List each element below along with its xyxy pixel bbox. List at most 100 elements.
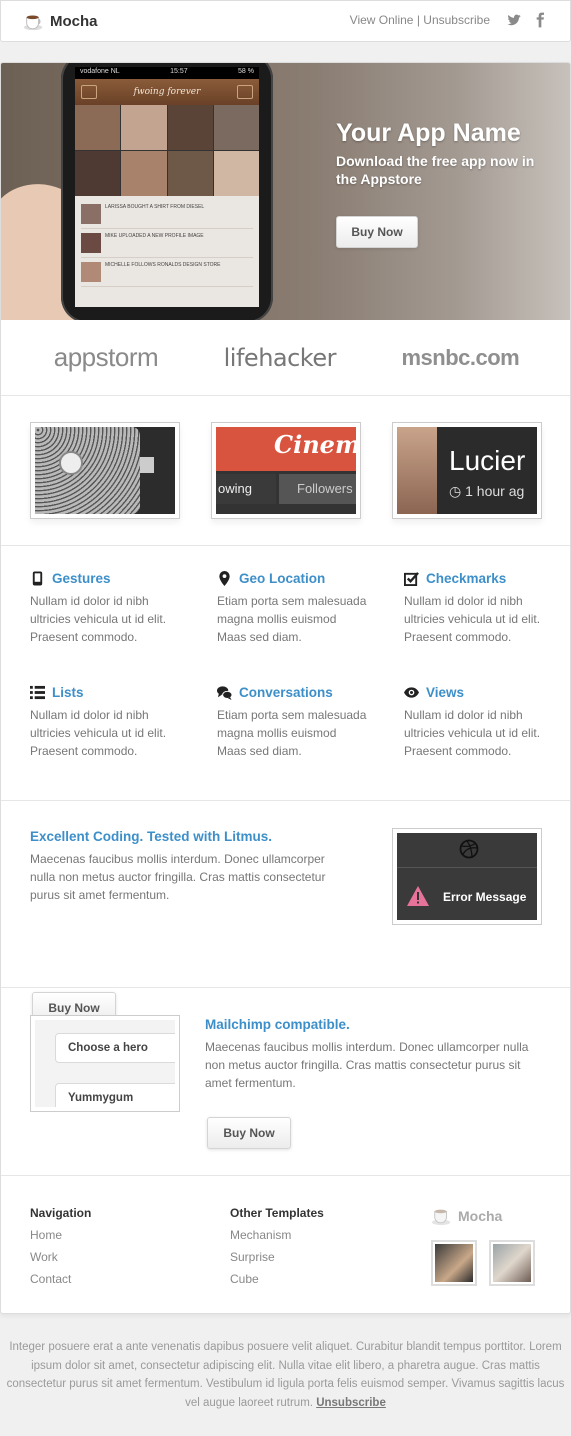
photo-tile	[75, 151, 121, 196]
lifehacker-logo: lifehacker	[223, 343, 337, 372]
choose-hero-preview[interactable]: Choose a hero Yummygum	[30, 1015, 180, 1112]
checkbox-icon	[404, 572, 419, 586]
link-separator: |	[416, 13, 420, 27]
footer-unsubscribe-link[interactable]: Unsubscribe	[316, 1397, 386, 1409]
profile-name: Lucier	[449, 445, 526, 476]
legal-footer: Integer posuere erat a ante venenatis da…	[0, 1338, 571, 1412]
brand-logo[interactable]: Mocha	[23, 10, 98, 32]
twitter-icon[interactable]	[506, 12, 522, 28]
legal-text: Integer posuere erat a ante venenatis da…	[6, 1341, 565, 1409]
battery-text: 58 %	[238, 68, 254, 75]
features-section: Gestures Nullam id dolor id nibh ultrici…	[1, 545, 570, 800]
mailchimp-text: Maecenas faucibus mollis interdum. Donec…	[205, 1040, 529, 1090]
unsubscribe-link[interactable]: Unsubscribe	[423, 13, 490, 27]
top-links: View Online | Unsubscribe	[350, 13, 490, 27]
phone-status-bar: vodafone NL 15:57 58 %	[75, 67, 259, 79]
dribbble-icon	[459, 839, 479, 859]
feed-text: MICHELLE FOLLOWS RONALDS DESIGN STORE	[105, 262, 221, 268]
team-avatar[interactable]	[489, 1240, 535, 1286]
microphone-icon	[59, 451, 83, 475]
photo-tile	[167, 151, 213, 196]
feature-title: Views	[426, 685, 465, 700]
nav-link-contact[interactable]: Contact	[30, 1272, 91, 1286]
screenshot-microphone[interactable]	[30, 422, 180, 519]
feature-text: Nullam id dolor id nibh ultricies vehicu…	[30, 708, 167, 758]
templates-heading: Other Templates	[230, 1206, 324, 1220]
feature-title: Geo Location	[239, 571, 326, 586]
time-ago-text: 1 hour ag	[465, 483, 525, 499]
nav-link-home[interactable]: Home	[30, 1228, 91, 1242]
phone-screen: vodafone NL 15:57 58 % fwoing forever LA…	[75, 67, 259, 307]
feature-text: Nullam id dolor id nibh ultricies vehicu…	[404, 594, 541, 644]
feature-title: Conversations	[239, 685, 333, 700]
template-link-surprise[interactable]: Surprise	[230, 1250, 324, 1264]
chat-bubbles-icon	[217, 686, 232, 700]
feed-item: MIKE UPLOADED A NEW PROFILE IMAGE	[81, 229, 253, 258]
photo-tile	[121, 105, 167, 150]
social-links	[506, 12, 548, 28]
footer-brand[interactable]: Mocha	[431, 1206, 502, 1226]
feature-gestures: Gestures Nullam id dolor id nibh ultrici…	[30, 571, 180, 646]
profile-photo	[397, 427, 437, 514]
msnbc-logo: msnbc.com	[401, 344, 520, 370]
feed-item: LARISSA BOUGHT A SHIRT FROM DIESEL	[81, 200, 253, 229]
map-pin-icon	[219, 571, 230, 586]
avatar	[81, 262, 101, 282]
screenshot-profile[interactable]: Lucier ◷ 1 hour ag	[392, 422, 542, 519]
clock-text: 15:57	[170, 68, 188, 75]
photo-grid	[75, 105, 259, 196]
phone-mockup: vodafone NL 15:57 58 % fwoing forever LA…	[61, 63, 273, 320]
feature-text: Nullam id dolor id nibh ultricies vehicu…	[404, 708, 541, 758]
feed-text: LARISSA BOUGHT A SHIRT FROM DIESEL	[105, 204, 205, 210]
photo-tile	[213, 105, 259, 150]
compose-icon	[81, 85, 97, 99]
feature-views: Views Nullam id dolor id nibh ultricies …	[404, 685, 554, 760]
mailchimp-buy-now-button[interactable]: Buy Now	[207, 1117, 291, 1149]
coding-section: Excellent Coding. Tested with Litmus. Ma…	[1, 800, 570, 1024]
template-link-mechanism[interactable]: Mechanism	[230, 1228, 324, 1242]
mailchimp-title: Mailchimp compatible.	[205, 1017, 350, 1032]
photo-tile	[213, 151, 259, 196]
footer-section: Navigation Home Work Contact Other Templ…	[1, 1175, 570, 1313]
team-avatar[interactable]	[431, 1240, 477, 1286]
hero-buy-now-button[interactable]: Buy Now	[336, 216, 418, 248]
choose-hero-pill: Choose a hero	[55, 1033, 175, 1063]
nav-heading: Navigation	[30, 1206, 92, 1220]
mobile-phone-icon	[32, 571, 43, 586]
facebook-icon[interactable]	[532, 12, 548, 28]
hero-subtitle: Download the free app now in the Appstor…	[336, 153, 535, 187]
view-online-link[interactable]: View Online	[350, 13, 414, 27]
feature-lists: Lists Nullam id dolor id nibh ultricies …	[30, 685, 180, 760]
tab-followers: Followers	[279, 474, 356, 504]
photo-tile	[75, 105, 121, 150]
coding-text: Maecenas faucibus mollis interdum. Donec…	[30, 852, 326, 902]
hero-text: Your App Name Download the free app now …	[336, 119, 536, 188]
carrier-text: vodafone NL	[80, 68, 120, 75]
hero-title: Your App Name	[336, 119, 521, 147]
photo-tile	[121, 151, 167, 196]
feature-text: Etiam porta sem malesuada magna mollis e…	[217, 594, 367, 644]
email-header: Mocha View Online | Unsubscribe	[0, 0, 571, 42]
screenshot-gallery: Cinemat owing Followers Lucier ◷ 1 hour …	[1, 395, 570, 545]
screenshot-cinema[interactable]: Cinemat owing Followers	[211, 422, 361, 519]
coffee-cup-icon	[432, 1209, 451, 1226]
avatar	[81, 233, 101, 253]
press-logos: appstorm lifehacker msnbc.com	[1, 320, 570, 395]
template-link-cube[interactable]: Cube	[230, 1272, 324, 1286]
appstorm-logo: appstorm	[53, 342, 159, 372]
brand-name: Mocha	[50, 12, 98, 30]
cinema-title: Cinemat	[216, 427, 356, 471]
feature-title: Lists	[52, 685, 84, 700]
error-message-preview[interactable]: Error Message	[392, 828, 542, 925]
feature-conversations: Conversations Etiam porta sem malesuada …	[217, 685, 367, 760]
app-toolbar: fwoing forever	[75, 79, 259, 105]
nav-link-work[interactable]: Work	[30, 1250, 91, 1264]
feed-text: MIKE UPLOADED A NEW PROFILE IMAGE	[105, 233, 204, 239]
footer-navigation: Navigation Home Work Contact	[30, 1206, 91, 1286]
app-title: fwoing forever	[133, 87, 201, 97]
profile-time: ◷ 1 hour ag	[449, 483, 525, 499]
coding-title: Excellent Coding. Tested with Litmus.	[30, 829, 273, 844]
footer-templates: Other Templates Mechanism Surprise Cube	[230, 1206, 324, 1286]
yummygum-pill: Yummygum	[55, 1083, 175, 1107]
feature-text: Etiam porta sem malesuada magna mollis e…	[217, 708, 367, 758]
